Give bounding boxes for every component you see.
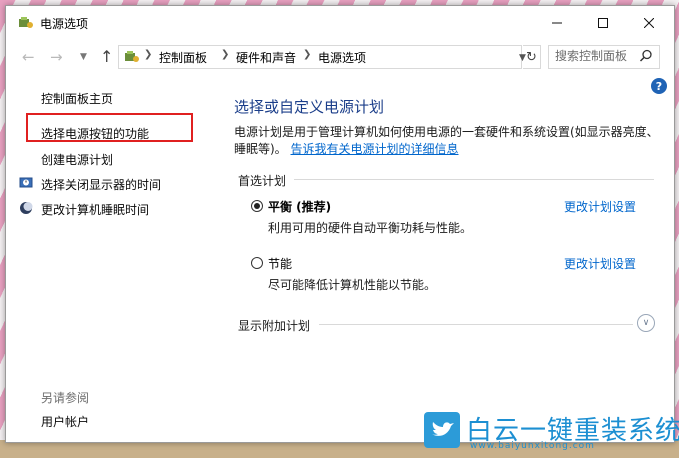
close-icon: [644, 17, 654, 28]
title-bar[interactable]: 电源选项: [6, 6, 674, 39]
page-description: 电源计划是用于管理计算机如何使用电源的一套硬件和系统设置(如显示器亮度、睡眠等)…: [234, 124, 659, 158]
breadcrumb-power-options[interactable]: 电源选项: [318, 49, 366, 66]
sidebar-item-computer-sleep-time[interactable]: 更改计算机睡眠时间: [41, 201, 149, 218]
breadcrumb-separator-icon[interactable]: ❯: [303, 49, 311, 60]
breadcrumb-separator-icon[interactable]: ❯: [221, 49, 229, 60]
power-options-icon: [19, 17, 33, 28]
breadcrumb-control-panel[interactable]: 控制面板: [159, 49, 207, 66]
refresh-icon: ↻: [526, 49, 537, 65]
minimize-icon: [552, 22, 562, 23]
plan-balanced-change-settings-link[interactable]: 更改计划设置: [564, 198, 636, 215]
watermark-bird-icon: [424, 412, 460, 448]
plan-power-saver-name[interactable]: 节能: [268, 255, 292, 272]
sidebar-item-display-off-time[interactable]: 选择关闭显示器的时间: [41, 176, 161, 193]
power-options-icon: [125, 51, 139, 62]
show-additional-plans-label[interactable]: 显示附加计划: [238, 317, 310, 334]
see-also-label: 另请参阅: [41, 391, 90, 405]
plan-balanced-name[interactable]: 平衡 (推荐): [268, 198, 331, 215]
refresh-button[interactable]: ↻: [523, 45, 541, 69]
search-input[interactable]: [555, 48, 635, 64]
sidebar-item-power-button-function[interactable]: 选择电源按钮的功能: [41, 125, 149, 142]
recent-locations-chevron-icon[interactable]: ▼: [80, 52, 87, 62]
page-title: 选择或自定义电源计划: [234, 98, 385, 116]
maximize-button[interactable]: [580, 6, 626, 39]
preferred-plans-label: 首选计划: [238, 174, 287, 188]
close-button[interactable]: [626, 6, 672, 39]
forward-arrow-icon[interactable]: →: [50, 48, 63, 66]
help-icon[interactable]: ?: [651, 78, 667, 94]
display-off-time-icon: [19, 177, 33, 188]
plan-power-saver-description: 尽可能降低计算机性能以节能。: [268, 278, 437, 292]
back-arrow-icon[interactable]: ←: [22, 48, 35, 66]
plan-balanced-description: 利用可用的硬件自动平衡功耗与性能。: [268, 221, 473, 235]
minimize-button[interactable]: [534, 6, 580, 39]
search-icon[interactable]: [639, 49, 653, 63]
plan-balanced-radio[interactable]: [251, 200, 263, 212]
sidebar-item-user-accounts[interactable]: 用户帐户: [41, 413, 89, 430]
breadcrumb-separator-icon[interactable]: ❯: [144, 49, 152, 60]
navigation-bar: ← → ▼ ↑ ❯ 控制面板 ❯ 硬件和声音 ❯ 电源选项 ▼ ↻: [6, 42, 674, 72]
twitter-bird-icon: [432, 422, 454, 436]
watermark: 白云一键重装系统 www.baiyunxitong.com: [424, 410, 679, 454]
sleep-moon-icon: [20, 202, 33, 214]
sidebar-item-control-panel-home[interactable]: 控制面板主页: [41, 90, 113, 107]
expand-additional-plans-button[interactable]: ∨: [637, 314, 655, 332]
sidebar-item-create-power-plan[interactable]: 创建电源计划: [41, 151, 113, 168]
learn-more-link[interactable]: 告诉我有关电源计划的详细信息: [291, 142, 459, 156]
window-title: 电源选项: [40, 17, 89, 31]
plan-power-saver-change-settings-link[interactable]: 更改计划设置: [564, 255, 636, 272]
additional-plans-divider: [319, 324, 633, 325]
search-box[interactable]: [548, 45, 660, 69]
plan-power-saver-radio[interactable]: [251, 257, 263, 269]
address-bar[interactable]: ❯ 控制面板 ❯ 硬件和声音 ❯ 电源选项 ▼: [118, 45, 526, 69]
up-arrow-icon[interactable]: ↑: [100, 47, 113, 66]
breadcrumb-hardware-sound[interactable]: 硬件和声音: [236, 49, 296, 66]
watermark-url: www.baiyunxitong.com: [470, 441, 595, 451]
power-options-window: 电源选项 ← → ▼ ↑ ❯ 控制面板 ❯ 硬件和声音 ❯ 电源选项 ▼ ↻ 搜…: [5, 5, 675, 443]
chevron-down-icon: ∨: [642, 318, 650, 328]
maximize-icon: [598, 17, 608, 28]
preferred-plans-divider: [294, 179, 654, 180]
